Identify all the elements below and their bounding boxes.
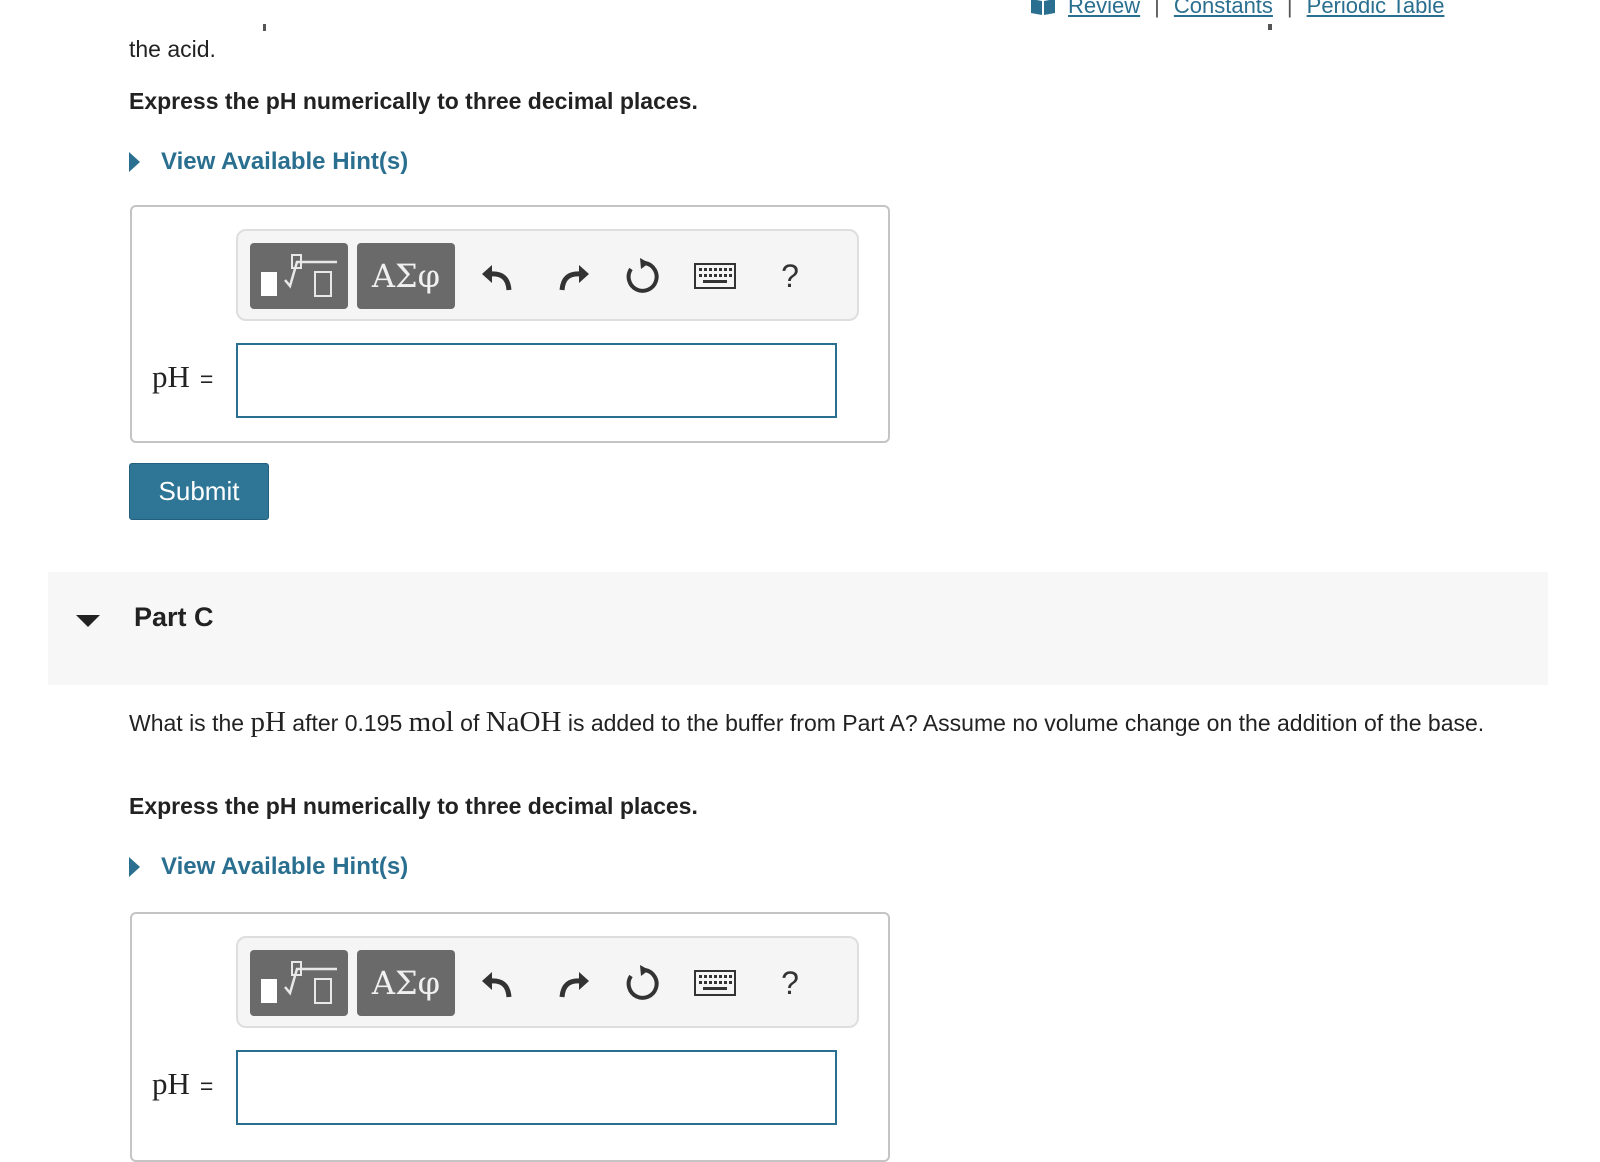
math-naoh: NaOH [485,706,562,738]
view-hints-toggle[interactable]: View Available Hint(s) [129,853,408,881]
periodic-table-link[interactable]: Periodic Table [1307,0,1445,19]
redo-icon [559,972,589,998]
templates-icon [259,250,339,303]
review-link[interactable]: Review [1068,0,1140,19]
instruction-text: Express the pH numerically to three deci… [129,88,698,114]
resource-links: Review | Constants | Periodic Table [1030,0,1444,21]
submit-button[interactable]: Submit [129,463,269,520]
undo-icon [482,265,512,291]
keyboard-icon [694,970,736,996]
question-text-segment: is added to the buffer from Part A? Assu… [561,710,1485,736]
redo-button[interactable] [550,251,598,301]
keyboard-icon [694,263,736,289]
view-hints-label: View Available Hint(s) [161,853,409,880]
constants-link[interactable]: Constants [1174,0,1273,19]
undo-icon [482,972,512,998]
ph-answer-input[interactable] [236,343,837,418]
math-toolbar: ΑΣφ ? [236,936,859,1028]
reset-icon [626,965,659,1000]
caret-down-icon [76,615,100,627]
question-text-segment: of [453,710,486,736]
redo-icon [559,265,589,291]
ph-symbol: pH [152,359,190,394]
caret-right-icon [129,152,140,172]
math-toolbar: ΑΣφ ? [236,229,859,321]
answer-label: pH = [152,1066,213,1102]
ph-answer-input[interactable] [236,1050,837,1125]
question-text-segment: after 0.195 [285,710,409,736]
reset-button[interactable] [618,958,666,1008]
help-icon: ? [781,964,799,1001]
redo-button[interactable] [550,958,598,1008]
text-fragment [1268,24,1272,30]
answer-box: ΑΣφ ? pH = [130,205,890,443]
help-icon: ? [781,257,799,294]
reset-icon [626,258,659,293]
link-separator: | [1154,0,1160,18]
reset-button[interactable] [618,251,666,301]
book-icon [1030,0,1056,16]
templates-button[interactable] [250,243,348,309]
answer-box: ΑΣφ ? pH = [130,912,890,1162]
undo-button[interactable] [473,251,521,301]
text-fragment [263,24,266,31]
question-text: What is the pH after 0.195 mol of NaOH i… [129,706,1549,739]
view-hints-toggle[interactable]: View Available Hint(s) [129,148,408,176]
part-title: Part C [134,602,214,632]
templates-icon [259,957,339,1010]
view-hints-label: View Available Hint(s) [161,148,409,175]
math-ph: pH [250,706,286,738]
question-text-tail: the acid. [129,36,216,62]
help-button[interactable]: ? [766,251,814,301]
symbols-button[interactable]: ΑΣφ [357,950,455,1016]
question-text-segment: What is the [129,710,251,736]
keyboard-button[interactable] [691,251,739,301]
equals-sign: = [199,366,214,392]
symbols-button[interactable]: ΑΣφ [357,243,455,309]
instruction-text: Express the pH numerically to three deci… [129,793,698,819]
ph-symbol: pH [152,1066,190,1101]
keyboard-button[interactable] [691,958,739,1008]
part-c-header[interactable]: Part C [48,572,1548,685]
caret-right-icon [129,857,140,877]
undo-button[interactable] [473,958,521,1008]
help-button[interactable]: ? [766,958,814,1008]
math-mol: mol [408,706,454,738]
link-separator: | [1286,0,1293,18]
equals-sign: = [199,1073,214,1099]
answer-label: pH = [152,359,213,395]
templates-button[interactable] [250,950,348,1016]
